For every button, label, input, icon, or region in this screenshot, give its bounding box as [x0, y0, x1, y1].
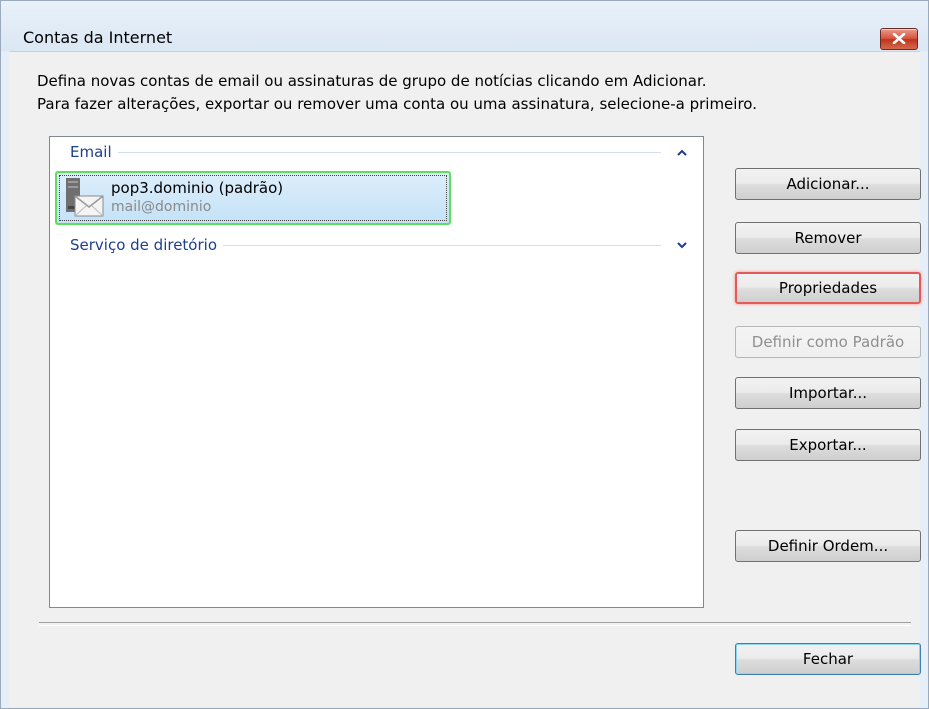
mail-account-icon — [66, 178, 104, 217]
close-x-icon — [892, 33, 906, 44]
set-default-button[interactable]: Definir como Padrão — [735, 326, 921, 358]
remove-button[interactable]: Remover — [735, 222, 921, 254]
add-button[interactable]: Adicionar... — [735, 168, 921, 200]
close-button[interactable] — [880, 28, 918, 50]
group-label: Serviço de diretório — [70, 236, 217, 254]
export-button[interactable]: Exportar... — [735, 429, 921, 461]
accounts-list[interactable]: Email pop3.dominio (padrão) mail@dominio… — [49, 136, 704, 608]
group-header-directory-service[interactable]: Serviço de diretório — [70, 235, 689, 255]
group-header-email[interactable]: Email — [70, 142, 689, 162]
account-email: mail@dominio — [111, 199, 212, 215]
window-title: Contas da Internet — [23, 28, 173, 47]
account-list-item[interactable]: pop3.dominio (padrão) mail@dominio — [55, 171, 451, 225]
internet-accounts-dialog: Contas da Internet Defina novas contas d… — [0, 0, 929, 709]
import-button[interactable]: Importar... — [735, 377, 921, 409]
title-bar[interactable]: Contas da Internet — [1, 1, 928, 51]
properties-button[interactable]: Propriedades — [735, 272, 921, 304]
chevron-up-icon[interactable] — [675, 145, 689, 159]
dialog-content: Defina novas contas de email ou assinatu… — [9, 51, 921, 707]
footer-separator — [39, 622, 911, 626]
group-divider — [117, 151, 661, 153]
close-dialog-button[interactable]: Fechar — [735, 643, 921, 675]
group-divider — [223, 244, 661, 246]
group-label: Email — [70, 143, 112, 161]
account-name: pop3.dominio (padrão) — [111, 179, 284, 197]
description-line-1: Defina novas contas de email ou assinatu… — [37, 72, 707, 90]
description-text: Defina novas contas de email ou assinatu… — [37, 70, 757, 116]
chevron-down-icon[interactable] — [675, 238, 689, 252]
description-line-2: Para fazer alterações, exportar ou remov… — [37, 95, 757, 113]
set-order-button[interactable]: Definir Ordem... — [735, 530, 921, 562]
